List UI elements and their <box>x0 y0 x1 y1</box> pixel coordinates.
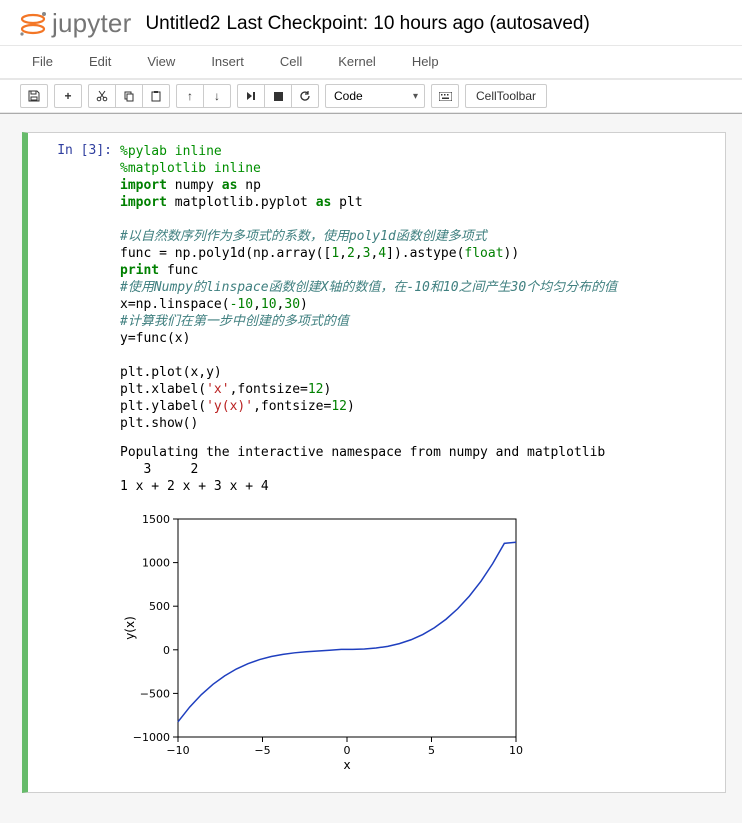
svg-text:x: x <box>343 758 350 772</box>
cut-icon <box>96 90 108 102</box>
svg-text:0: 0 <box>344 744 351 757</box>
output-text: Populating the interactive namespace fro… <box>120 436 725 499</box>
notebook-title[interactable]: Untitled2 <box>145 13 220 35</box>
celltype-select[interactable]: Code <box>325 84 425 108</box>
arrow-up-icon: ↑ <box>187 89 193 103</box>
step-forward-icon <box>246 91 256 101</box>
move-up-button[interactable]: ↑ <box>176 84 204 108</box>
menubar: File Edit View Insert Cell Kernel Help <box>0 45 742 79</box>
stop-button[interactable] <box>264 84 292 108</box>
keyboard-icon <box>439 92 452 101</box>
celltoolbar-button[interactable]: CellToolbar <box>465 84 547 108</box>
output-chart: −10 −5 0 5 10 −1000 −500 0 500 1000 1500 x y(x) <box>120 507 725 780</box>
stop-icon <box>274 92 283 101</box>
menu-view[interactable]: View <box>143 46 179 78</box>
jupyter-logo[interactable]: jupyter <box>18 8 131 39</box>
menu-file[interactable]: File <box>28 46 57 78</box>
title-area: Untitled2 Last Checkpoint: 10 hours ago … <box>145 13 589 35</box>
paste-button[interactable] <box>142 84 170 108</box>
svg-text:−500: −500 <box>140 687 170 700</box>
paste-icon <box>150 90 162 102</box>
restart-button[interactable] <box>291 84 319 108</box>
menu-cell[interactable]: Cell <box>276 46 306 78</box>
notebook-header: jupyter Untitled2 Last Checkpoint: 10 ho… <box>0 0 742 45</box>
code-cell[interactable]: In [3]: %pylab inline %matplotlib inline… <box>22 132 726 793</box>
chart-svg: −10 −5 0 5 10 −1000 −500 0 500 1000 1500 x y(x) <box>120 507 530 777</box>
copy-button[interactable] <box>115 84 143 108</box>
save-icon <box>28 90 40 102</box>
add-cell-button[interactable]: + <box>54 84 82 108</box>
toolbar: + ↑ ↓ Code CellToolbar <box>0 79 742 113</box>
menu-kernel[interactable]: Kernel <box>334 46 380 78</box>
svg-text:y(x): y(x) <box>123 616 137 640</box>
svg-text:5: 5 <box>428 744 435 757</box>
cut-button[interactable] <box>88 84 116 108</box>
svg-text:−5: −5 <box>254 744 270 757</box>
menu-insert[interactable]: Insert <box>207 46 248 78</box>
output-prompt <box>28 436 120 440</box>
notebook-container: In [3]: %pylab inline %matplotlib inline… <box>0 113 742 823</box>
celltoolbar-label: CellToolbar <box>476 89 536 103</box>
run-button[interactable] <box>237 84 265 108</box>
command-palette-button[interactable] <box>431 84 459 108</box>
svg-text:0: 0 <box>163 644 170 657</box>
logo-text: jupyter <box>52 8 131 39</box>
menu-help[interactable]: Help <box>408 46 443 78</box>
move-down-button[interactable]: ↓ <box>203 84 231 108</box>
svg-text:500: 500 <box>149 600 170 613</box>
svg-text:10: 10 <box>509 744 523 757</box>
checkpoint-text: Last Checkpoint: 10 hours ago (autosaved… <box>226 13 589 35</box>
save-button[interactable] <box>20 84 48 108</box>
svg-text:−1000: −1000 <box>133 731 170 744</box>
code-input[interactable]: %pylab inline %matplotlib inline import … <box>120 139 725 436</box>
restart-icon <box>299 90 311 102</box>
copy-icon <box>123 90 135 102</box>
jupyter-icon <box>18 9 48 39</box>
plus-icon: + <box>64 89 71 103</box>
svg-text:−10: −10 <box>166 744 189 757</box>
arrow-down-icon: ↓ <box>214 89 220 103</box>
svg-text:1000: 1000 <box>142 557 170 570</box>
svg-text:1500: 1500 <box>142 513 170 526</box>
input-prompt: In [3]: <box>28 139 120 158</box>
menu-edit[interactable]: Edit <box>85 46 115 78</box>
celltype-selected: Code <box>334 89 363 103</box>
